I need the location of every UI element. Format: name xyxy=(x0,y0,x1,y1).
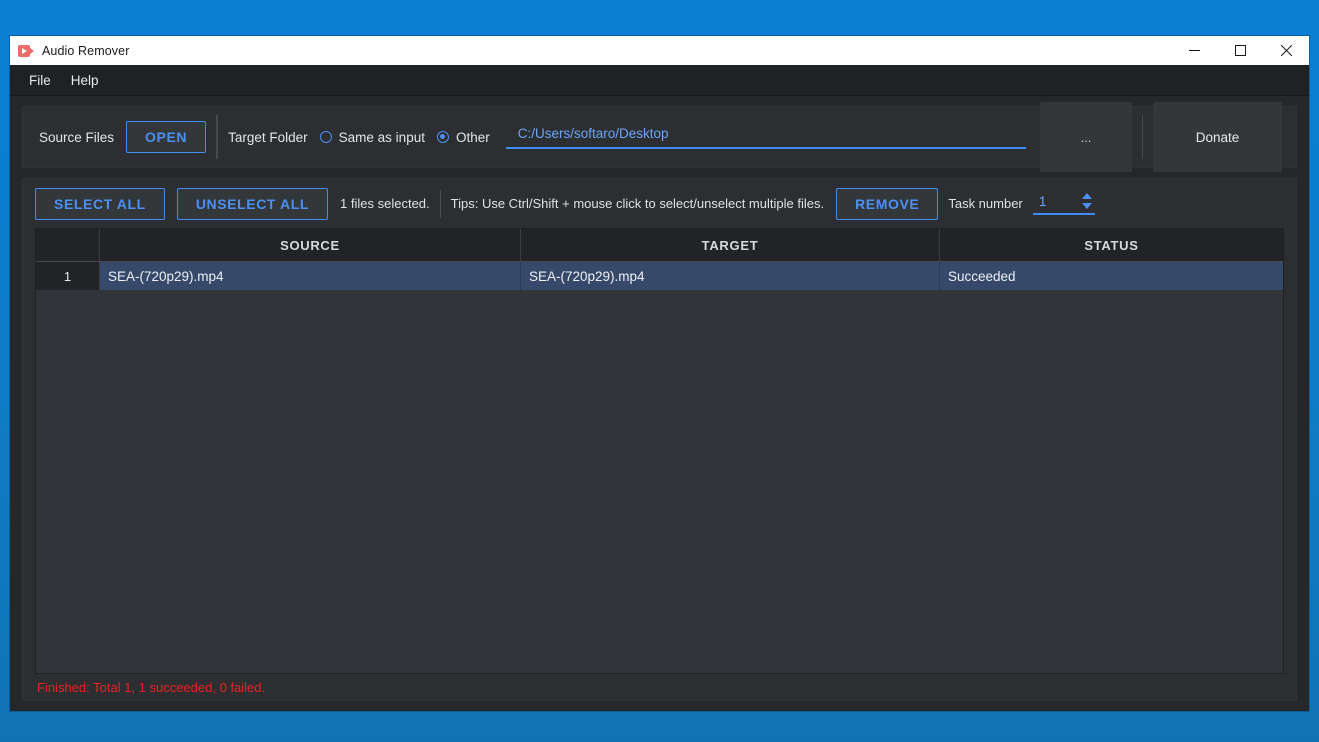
close-icon xyxy=(1280,45,1292,56)
target-folder-path-input[interactable]: C:/Users/softaro/Desktop xyxy=(505,125,1026,149)
selection-toolbar-separator-1 xyxy=(439,189,441,218)
body-area: Source Files OPEN Target Folder Same as … xyxy=(10,96,1309,711)
toolbar-separator-3 xyxy=(1142,115,1143,159)
table-header-row: SOURCE TARGET STATUS xyxy=(36,229,1283,262)
stepper-arrows xyxy=(1081,192,1095,211)
maximize-button[interactable] xyxy=(1217,36,1263,65)
unselect-all-button[interactable]: UNSELECT ALL xyxy=(176,187,329,220)
task-number-label: Task number xyxy=(948,196,1023,211)
radio-other[interactable]: Other xyxy=(436,129,490,145)
selection-toolbar: SELECT ALL UNSELECT ALL 1 files selected… xyxy=(23,179,1296,228)
maximize-icon xyxy=(1234,45,1246,56)
minimize-button[interactable] xyxy=(1171,36,1217,65)
toolbar-separator-2 xyxy=(217,115,219,159)
files-selected-label: 1 files selected. xyxy=(340,196,430,211)
status-bar: Finished: Total 1, 1 succeeded, 0 failed… xyxy=(23,674,1296,700)
table-header-status[interactable]: STATUS xyxy=(940,229,1283,261)
table-row[interactable]: 1 SEA-(720p29).mp4 SEA-(720p29).mp4 Succ… xyxy=(36,262,1283,290)
window-controls xyxy=(1171,36,1309,65)
minimize-icon xyxy=(1188,50,1200,51)
menu-bar: File Help xyxy=(10,65,1309,96)
chevron-up-icon[interactable] xyxy=(1081,192,1092,199)
source-and-target-toolbar: Source Files OPEN Target Folder Same as … xyxy=(22,102,1297,172)
table-header-target[interactable]: TARGET xyxy=(521,229,940,261)
radio-circle-icon xyxy=(319,131,332,143)
donate-button[interactable]: Donate xyxy=(1153,102,1282,172)
radio-circle-selected-icon xyxy=(436,131,449,143)
menu-item-file[interactable]: File xyxy=(19,69,61,92)
source-files-label: Source Files xyxy=(39,129,115,145)
row-target-filename: SEA-(720p29).mp4 xyxy=(521,262,940,290)
task-number-stepper[interactable]: 1 xyxy=(1032,192,1095,215)
target-folder-path-value: C:/Users/softaro/Desktop xyxy=(517,125,669,141)
table-header-source[interactable]: SOURCE xyxy=(100,229,521,261)
chevron-down-icon[interactable] xyxy=(1081,202,1092,209)
close-button[interactable] xyxy=(1263,36,1309,65)
window-title: Audio Remover xyxy=(42,43,130,58)
row-status: Succeeded xyxy=(948,268,1016,284)
menu-item-help[interactable]: Help xyxy=(61,69,109,92)
select-all-button[interactable]: SELECT ALL xyxy=(35,187,165,220)
task-number-value: 1 xyxy=(1038,192,1047,209)
radio-same-as-input-label: Same as input xyxy=(338,129,425,145)
tips-label: Tips: Use Ctrl/Shift + mouse click to se… xyxy=(450,196,825,211)
video-camera-icon xyxy=(18,43,34,59)
row-index: 1 xyxy=(36,262,100,290)
target-folder-label: Target Folder xyxy=(228,129,308,145)
browse-folder-button[interactable]: ... xyxy=(1040,102,1132,172)
table-header-index[interactable] xyxy=(36,229,100,261)
file-table: SOURCE TARGET STATUS 1 SEA-(720p29).mp4 … xyxy=(35,228,1284,674)
status-message: Finished: Total 1, 1 succeeded, 0 failed… xyxy=(37,679,266,695)
radio-same-as-input[interactable]: Same as input xyxy=(319,129,425,145)
title-bar: Audio Remover xyxy=(10,36,1309,65)
table-body: 1 SEA-(720p29).mp4 SEA-(720p29).mp4 Succ… xyxy=(36,262,1283,673)
file-list-panel: SELECT ALL UNSELECT ALL 1 files selected… xyxy=(22,178,1297,701)
remove-button[interactable]: REMOVE xyxy=(836,187,939,220)
row-source-filename: SEA-(720p29).mp4 xyxy=(100,262,521,290)
application-window: Audio Remover File Help Source Files OPE… xyxy=(10,36,1309,711)
radio-other-label: Other xyxy=(455,129,490,145)
open-button[interactable]: OPEN xyxy=(126,121,207,153)
